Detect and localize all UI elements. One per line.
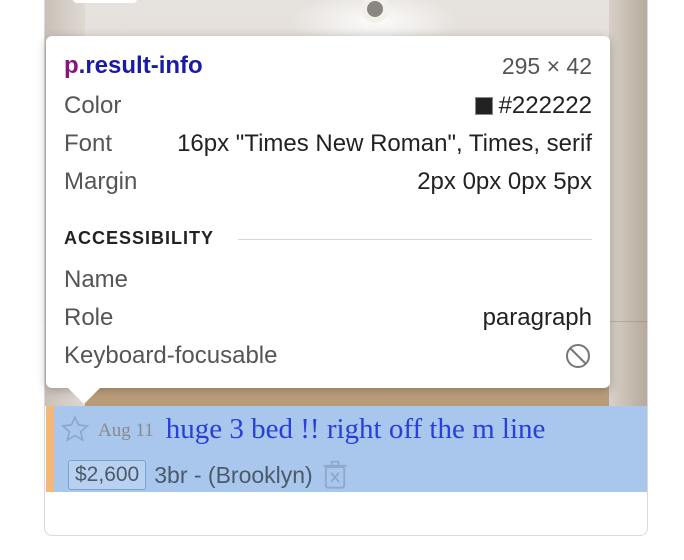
color-row: Color #222222 bbox=[64, 92, 592, 120]
selector-class: .result-info bbox=[78, 52, 203, 79]
color-label: Color bbox=[64, 92, 122, 119]
role-row: Role paragraph bbox=[64, 304, 592, 332]
accessibility-heading: ACCESSIBILITY bbox=[64, 228, 215, 248]
result-date: Aug 11 bbox=[98, 420, 154, 441]
section-divider bbox=[238, 239, 592, 240]
photo-tab bbox=[73, 0, 137, 3]
role-label: Role bbox=[64, 304, 114, 331]
result-heading-line: Aug 11 huge 3 bed !! right off the m lin… bbox=[60, 412, 545, 446]
keyboard-label: Keyboard-focusable bbox=[64, 342, 278, 369]
color-value-wrap: #222222 bbox=[474, 92, 592, 120]
margin-row: Margin 2px 0px 0px 5px bbox=[64, 168, 592, 196]
ceiling-light bbox=[367, 1, 383, 17]
result-housing: 3br - (Brooklyn) bbox=[154, 461, 313, 488]
name-label: Name bbox=[64, 266, 129, 293]
name-row: Name bbox=[64, 266, 592, 294]
element-dimensions: 295 × 42 bbox=[501, 52, 592, 79]
margin-value: 2px 0px 0px 5px bbox=[417, 168, 592, 195]
selector-tag: p bbox=[64, 52, 79, 79]
keyboard-row: Keyboard-focusable bbox=[64, 342, 592, 370]
result-title-link[interactable]: huge 3 bed !! right off the m line bbox=[166, 413, 546, 446]
result-info-highlight[interactable]: Aug 11 huge 3 bed !! right off the m lin… bbox=[46, 406, 647, 492]
result-meta-line: $2,600 3br - (Brooklyn) bbox=[68, 460, 349, 490]
inspector-tooltip: p.result-info 295 × 42 Color #222222 Fon… bbox=[46, 36, 610, 404]
photo-wall-right bbox=[609, 0, 647, 406]
tooltip-arrow bbox=[68, 388, 100, 404]
font-value: 16px "Times New Roman", Times, serif bbox=[177, 130, 592, 157]
star-icon[interactable] bbox=[60, 414, 90, 444]
font-label: Font bbox=[64, 130, 113, 157]
element-selector: p.result-info bbox=[64, 52, 203, 80]
color-value: #222222 bbox=[498, 92, 592, 119]
trash-icon[interactable] bbox=[321, 460, 349, 490]
role-value: paragraph bbox=[482, 304, 592, 331]
selector-row: p.result-info 295 × 42 bbox=[64, 52, 592, 80]
margin-label: Margin bbox=[64, 168, 138, 195]
result-price: $2,600 bbox=[68, 460, 147, 490]
font-row: Font 16px "Times New Roman", Times, seri… bbox=[64, 130, 592, 158]
not-allowed-icon bbox=[566, 344, 590, 368]
color-swatch bbox=[474, 97, 493, 115]
